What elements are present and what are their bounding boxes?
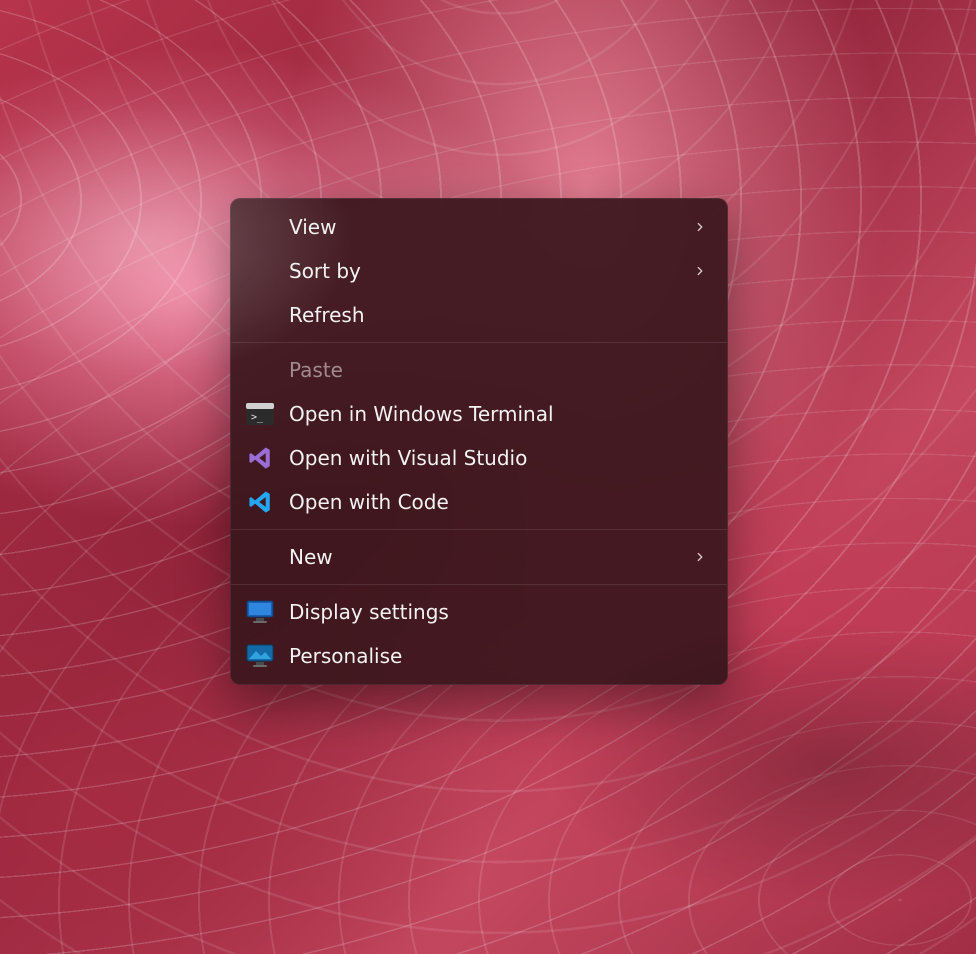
menu-item-label: View [289,215,679,239]
chevron-right-icon [693,550,707,564]
chevron-right-icon [693,220,707,234]
menu-item-new[interactable]: New [231,535,727,579]
menu-item-refresh[interactable]: Refresh [231,293,727,337]
display-icon [245,597,275,627]
menu-item-sort-by[interactable]: Sort by [231,249,727,293]
menu-separator [231,584,727,585]
menu-item-label: Paste [289,358,707,382]
desktop-background[interactable]: { "context_menu": { "sections": [ { "ite… [0,0,976,954]
menu-separator [231,342,727,343]
blank-icon [245,212,275,242]
vscode-icon [245,487,275,517]
desktop-context-menu: View Sort by Refresh Paste >_ Open in Wi… [230,198,728,685]
chevron-right-icon [693,264,707,278]
menu-item-label: Display settings [289,600,707,624]
menu-separator [231,529,727,530]
menu-item-open-visual-studio[interactable]: Open with Visual Studio [231,436,727,480]
menu-item-label: Refresh [289,303,707,327]
menu-item-personalise[interactable]: Personalise [231,634,727,678]
terminal-icon: >_ [245,399,275,429]
visual-studio-icon [245,443,275,473]
menu-item-display-settings[interactable]: Display settings [231,590,727,634]
menu-item-label: New [289,545,679,569]
menu-item-open-terminal[interactable]: >_ Open in Windows Terminal [231,392,727,436]
blank-icon [245,542,275,572]
personalise-icon [245,641,275,671]
blank-icon [245,300,275,330]
menu-item-paste: Paste [231,348,727,392]
menu-item-open-code[interactable]: Open with Code [231,480,727,524]
menu-item-label: Personalise [289,644,707,668]
menu-item-label: Open with Code [289,490,707,514]
svg-text:>_: >_ [251,412,264,423]
menu-item-label: Sort by [289,259,679,283]
blank-icon [245,256,275,286]
menu-item-label: Open with Visual Studio [289,446,707,470]
menu-item-label: Open in Windows Terminal [289,402,707,426]
blank-icon [245,355,275,385]
menu-item-view[interactable]: View [231,205,727,249]
